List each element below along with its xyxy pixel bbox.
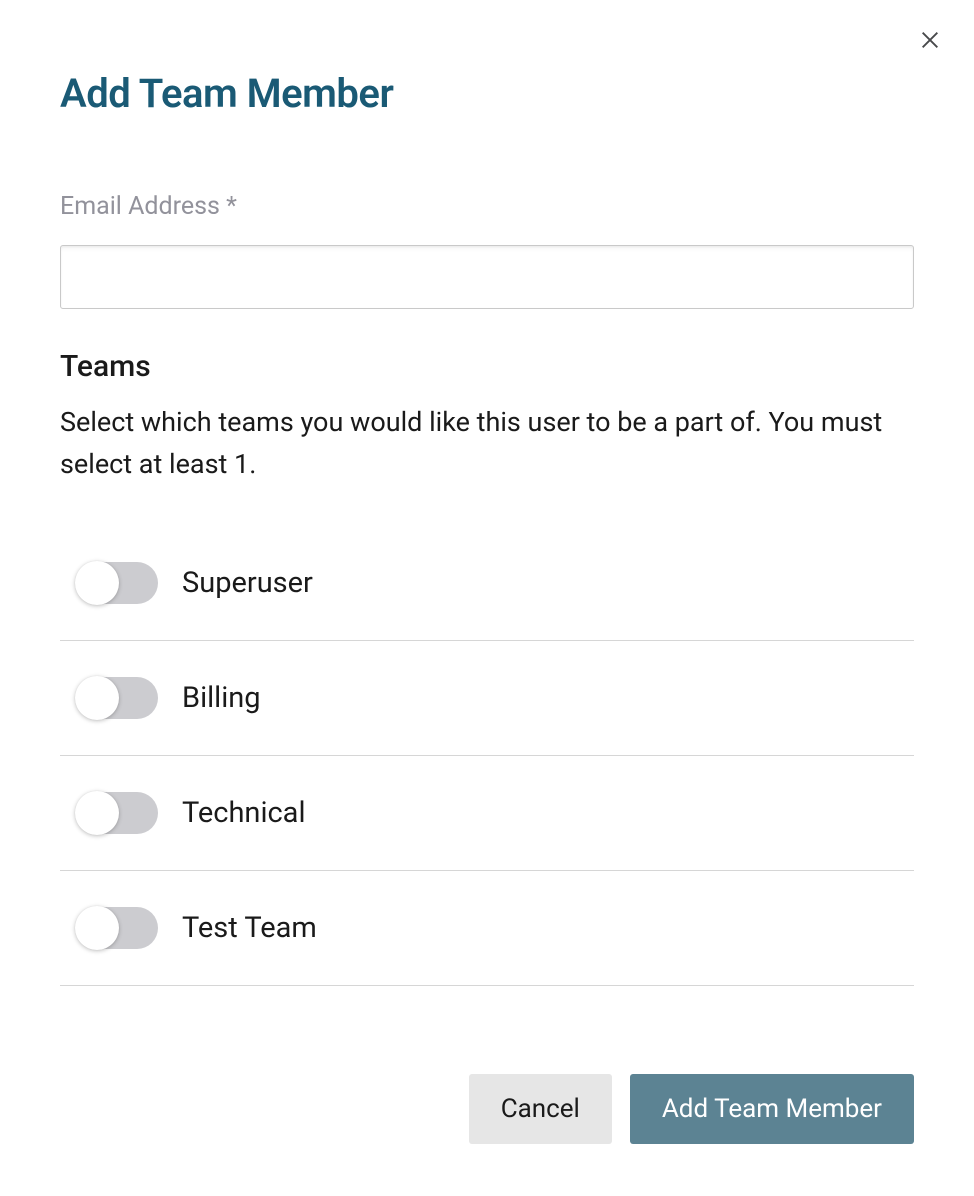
team-list: Superuser Billing Technical Test Team (60, 526, 914, 986)
team-label: Billing (182, 681, 261, 715)
team-label: Technical (182, 796, 306, 830)
close-button[interactable] (916, 28, 944, 56)
dialog-container: Add Team Member Email Address * Teams Se… (0, 0, 974, 1046)
team-item-test-team: Test Team (60, 871, 914, 986)
team-item-technical: Technical (60, 756, 914, 871)
toggle-test-team[interactable] (76, 907, 158, 949)
email-input[interactable] (60, 245, 914, 309)
team-item-superuser: Superuser (60, 526, 914, 641)
teams-heading: Teams (60, 349, 914, 384)
team-item-billing: Billing (60, 641, 914, 756)
email-label: Email Address * (60, 192, 914, 221)
add-team-member-button[interactable]: Add Team Member (630, 1074, 914, 1144)
close-icon (919, 29, 941, 55)
dialog-title: Add Team Member (60, 70, 914, 117)
toggle-superuser[interactable] (76, 562, 158, 604)
toggle-knob (75, 676, 119, 720)
teams-description: Select which teams you would like this u… (60, 402, 914, 486)
toggle-knob (75, 791, 119, 835)
cancel-button[interactable]: Cancel (469, 1074, 612, 1144)
toggle-knob (75, 561, 119, 605)
toggle-technical[interactable] (76, 792, 158, 834)
toggle-knob (75, 906, 119, 950)
toggle-billing[interactable] (76, 677, 158, 719)
team-label: Superuser (182, 566, 313, 600)
team-label: Test Team (182, 911, 317, 945)
dialog-footer: Cancel Add Team Member (469, 1074, 914, 1144)
